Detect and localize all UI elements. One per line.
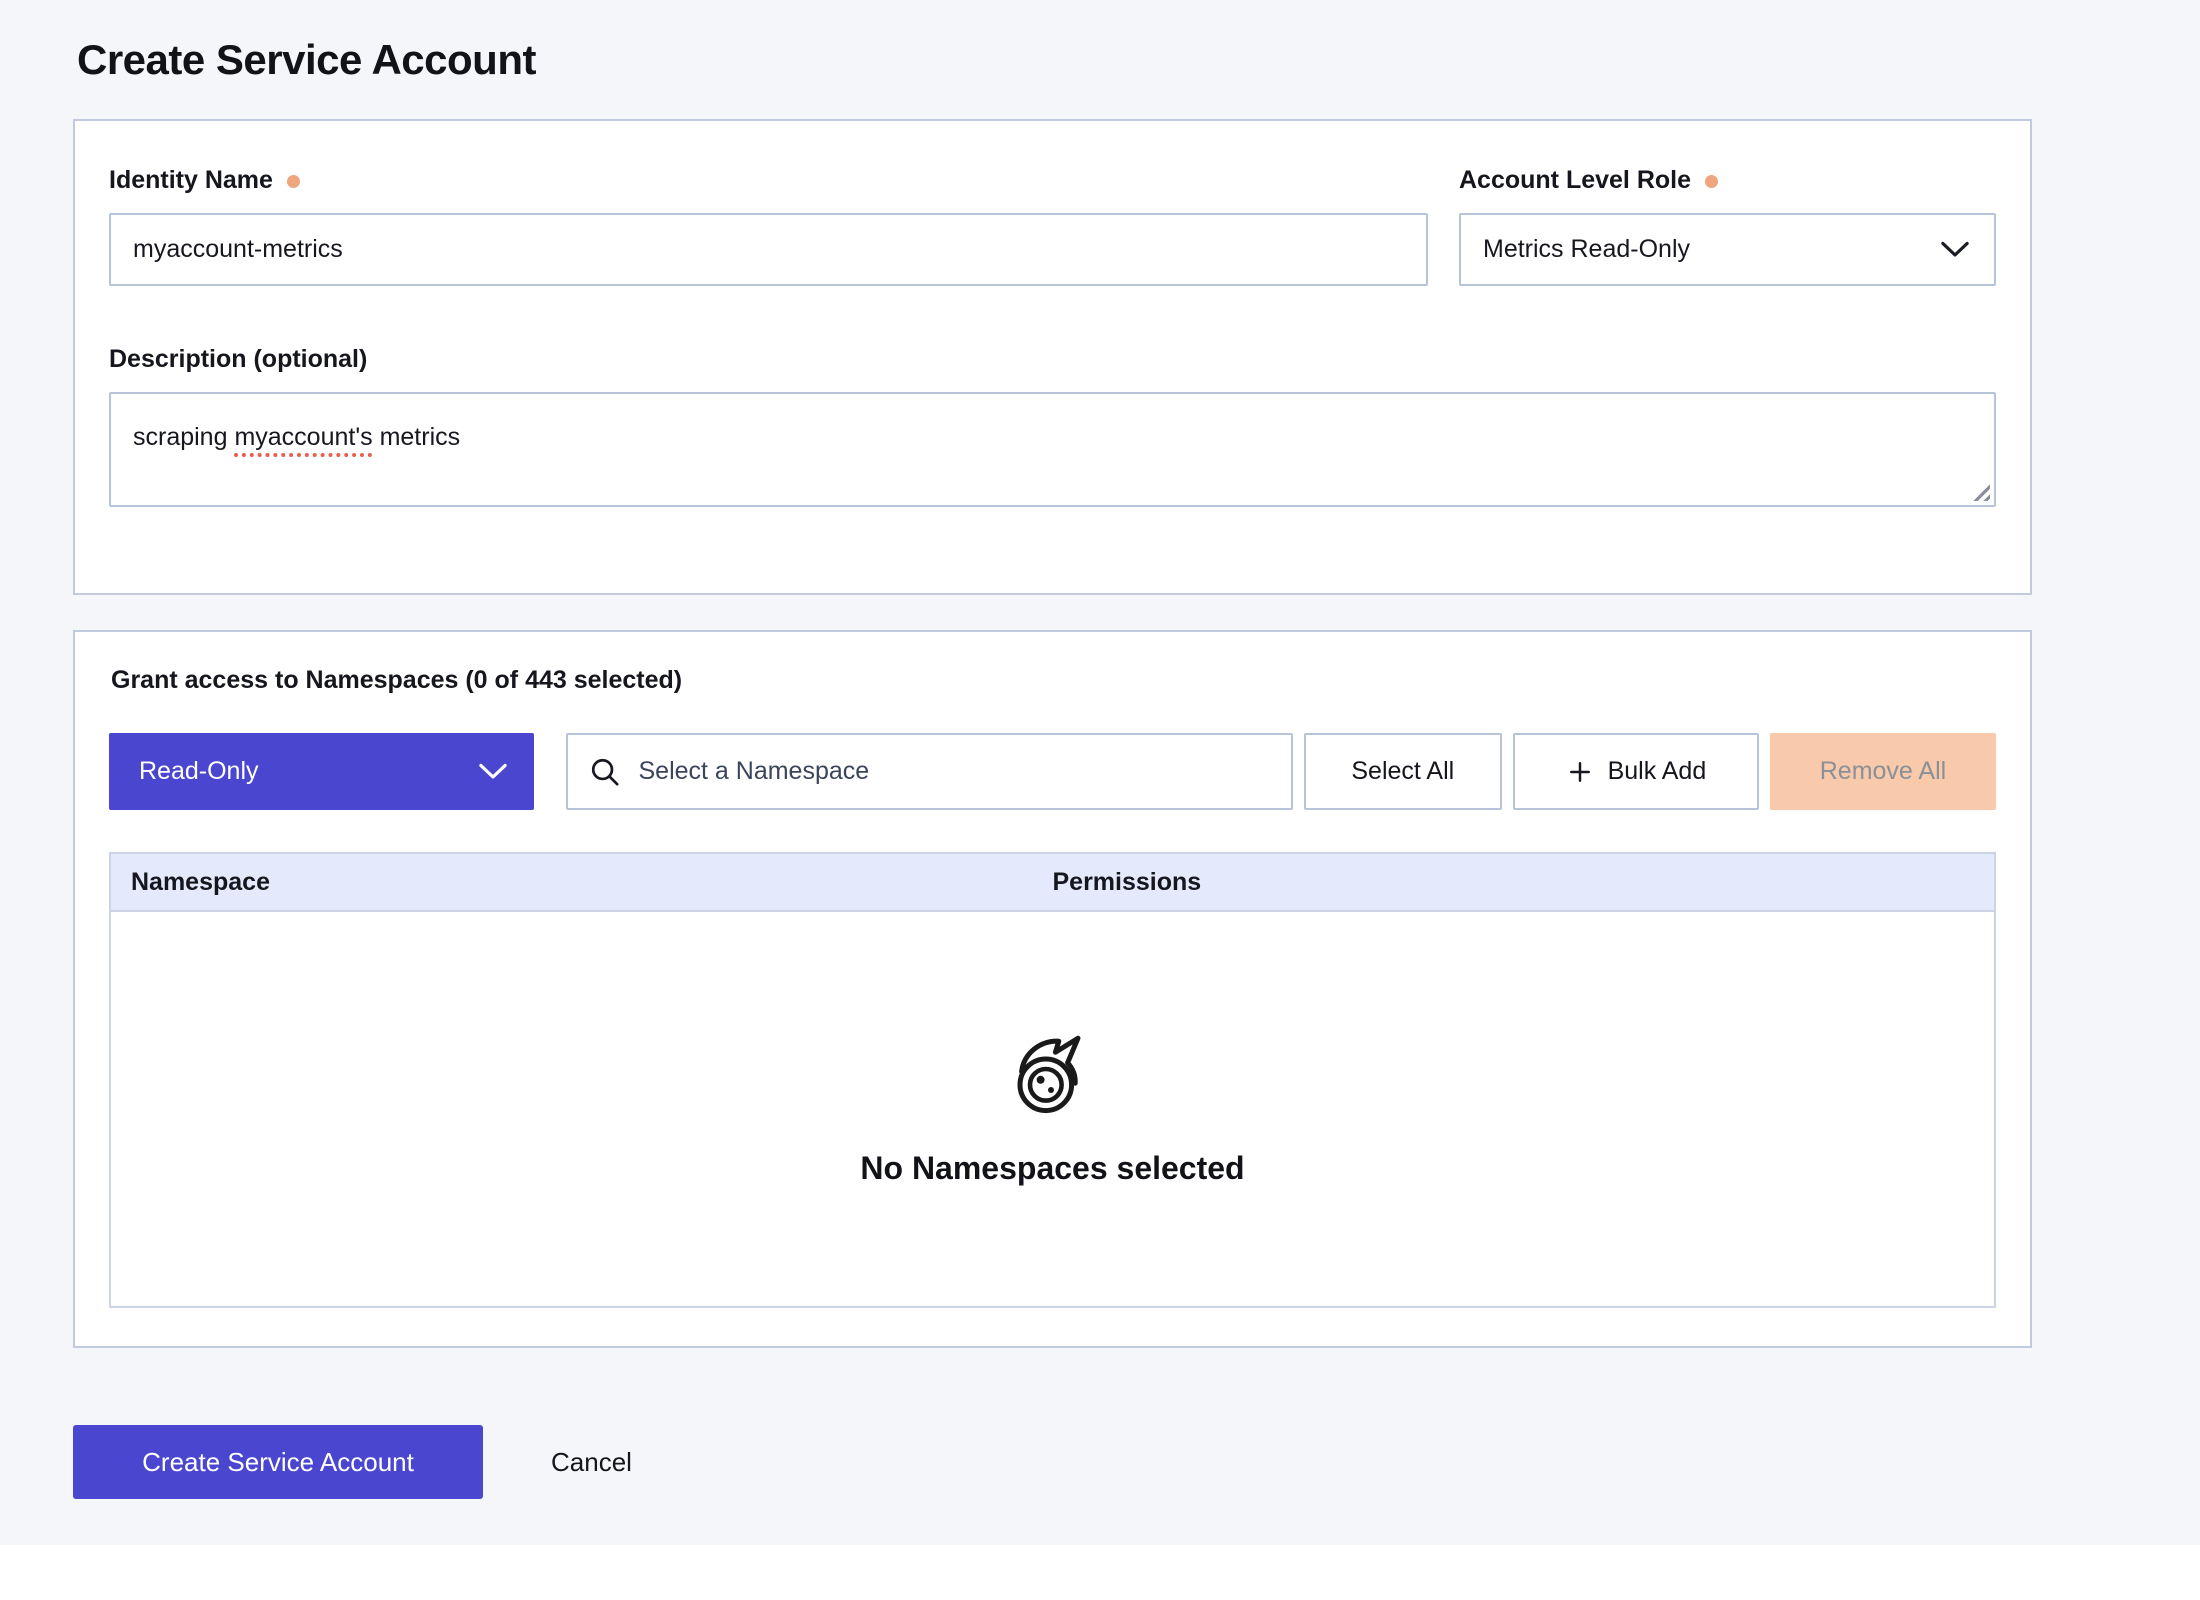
column-header-permissions: Permissions	[1053, 868, 1975, 897]
magnifier-icon	[588, 755, 622, 789]
namespaces-table-body: No Namespaces selected	[111, 912, 1994, 1306]
account-level-role-select[interactable]: Metrics Read-Only	[1459, 213, 1996, 286]
description-text: metrics	[373, 423, 461, 451]
bulk-add-label: Bulk Add	[1608, 757, 1707, 786]
permission-role-dropdown[interactable]: Read-Only	[109, 733, 534, 810]
empty-state-message: No Namespaces selected	[860, 1150, 1244, 1187]
account-level-role-label: Account Level Role	[1459, 165, 1996, 195]
plus-icon	[1566, 758, 1594, 786]
chevron-down-icon	[478, 763, 508, 780]
namespaces-toolbar: Read-Only Select All Bulk Add Remo	[109, 733, 1996, 810]
footer-actions: Create Service Account Cancel	[73, 1425, 2032, 1499]
column-header-namespace: Namespace	[131, 868, 1053, 897]
namespaces-heading: Grant access to Namespaces (0 of 443 sel…	[111, 666, 1996, 695]
description-misspelled-word: myaccount's	[234, 423, 372, 451]
account-level-role-value: Metrics Read-Only	[1483, 235, 1690, 264]
description-label-text: Description (optional)	[109, 344, 367, 374]
page-title: Create Service Account	[77, 36, 2032, 84]
namespaces-table-header: Namespace Permissions	[111, 854, 1994, 912]
select-all-button[interactable]: Select All	[1304, 733, 1502, 810]
cancel-button[interactable]: Cancel	[551, 1425, 632, 1499]
namespaces-table: Namespace Permissions No Namespaces sele…	[109, 852, 1996, 1308]
identity-name-label: Identity Name	[109, 165, 1428, 195]
identity-name-field: Identity Name	[109, 165, 1428, 286]
required-dot	[1705, 175, 1718, 188]
description-field: Description (optional) scraping myaccoun…	[109, 344, 1996, 507]
permission-role-value: Read-Only	[139, 757, 259, 786]
account-level-role-label-text: Account Level Role	[1459, 165, 1691, 195]
description-label: Description (optional)	[109, 344, 1996, 374]
description-text: scraping	[133, 423, 234, 451]
namespace-search[interactable]	[566, 733, 1292, 810]
identity-name-input[interactable]	[109, 213, 1428, 286]
remove-all-button[interactable]: Remove All	[1770, 733, 1996, 810]
comet-icon	[1005, 1028, 1101, 1124]
chevron-down-icon	[1940, 241, 1970, 258]
bottom-strip	[0, 1545, 2200, 1600]
identity-row: Identity Name Account Level Role Metrics…	[109, 165, 1996, 286]
bulk-add-button[interactable]: Bulk Add	[1513, 733, 1759, 810]
identity-name-label-text: Identity Name	[109, 165, 273, 195]
description-textarea[interactable]: scraping myaccount's metrics	[109, 392, 1996, 507]
namespaces-panel: Grant access to Namespaces (0 of 443 sel…	[73, 630, 2032, 1348]
namespace-search-input[interactable]	[638, 757, 1270, 786]
create-service-account-button[interactable]: Create Service Account	[73, 1425, 483, 1499]
create-service-account-page: Create Service Account Identity Name Acc…	[73, 0, 2032, 1499]
identity-panel: Identity Name Account Level Role Metrics…	[73, 119, 2032, 595]
required-dot	[287, 175, 300, 188]
account-level-role-field: Account Level Role Metrics Read-Only	[1459, 165, 1996, 286]
